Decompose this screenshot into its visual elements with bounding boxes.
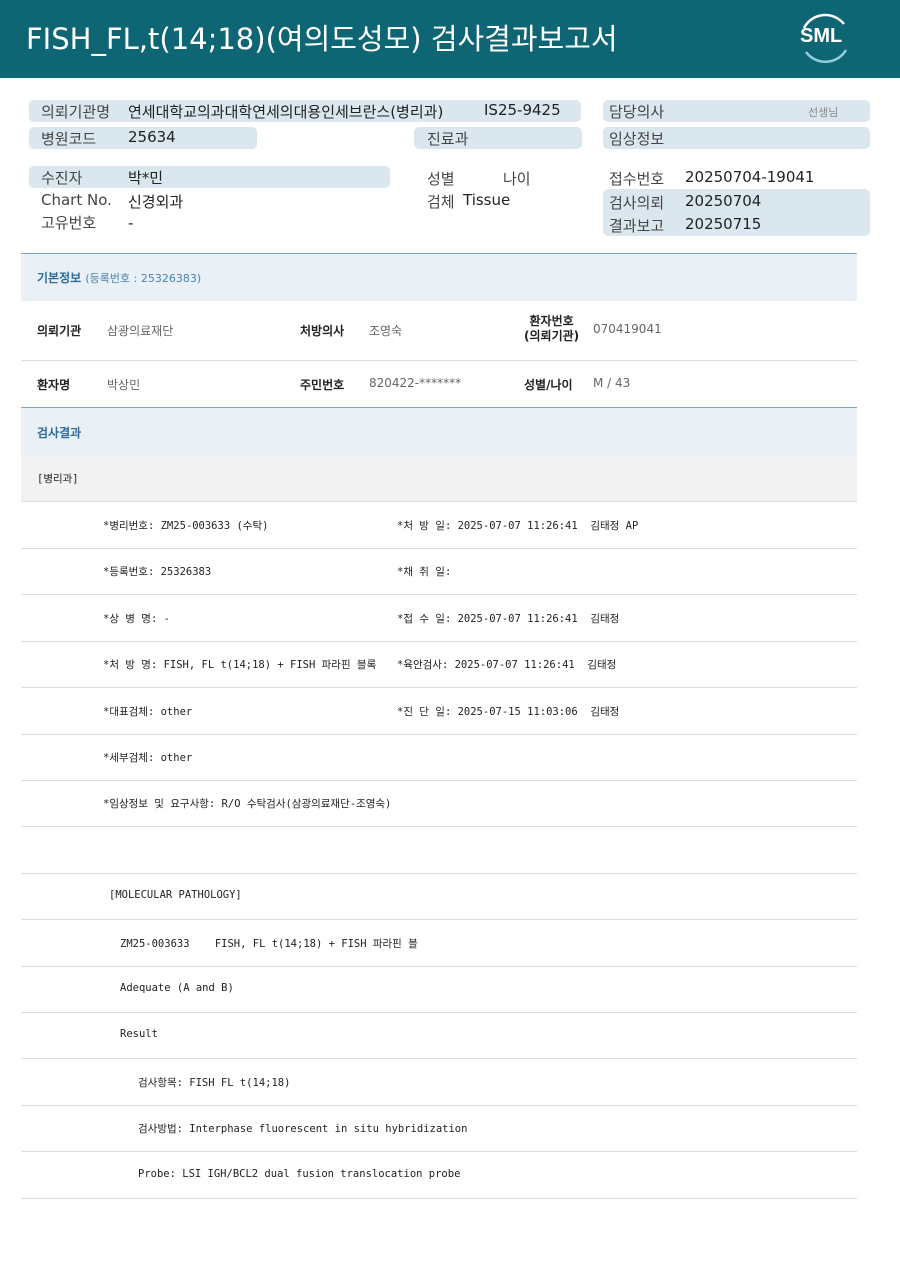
institution-key: 의뢰기관 [37, 324, 82, 338]
molecular-row: [MOLECULAR PATHOLOGY] [21, 873, 857, 921]
result-left-text: *세부검체: other [103, 752, 193, 764]
result-right-text: *채 취 일: [397, 566, 452, 579]
result-row: *등록번호: 25326383 *채 취 일: [21, 548, 857, 596]
molecular-row: Adequate (A and B) [21, 966, 857, 1013]
requesting-institution-value: 연세대학교의과대학연세의대용인세브란스(병리과) [128, 103, 444, 121]
rrn-key: 주민번호 [300, 378, 345, 392]
logo-text: SML [800, 25, 843, 47]
sml-logo: SML [796, 12, 852, 66]
molecular-text: Probe: LSI IGH/BCL2 dual fusion transloc… [138, 1167, 461, 1180]
result-right-text: *접 수 일: 2025-07-07 11:26:41 김태정 [397, 612, 620, 625]
result-left-text: *대표검체: other [103, 705, 193, 718]
molecular-row: Probe: LSI IGH/BCL2 dual fusion transloc… [21, 1152, 857, 1199]
prescribing-doctor-key: 처방의사 [300, 324, 345, 338]
molecular-text: [MOLECULAR PATHOLOGY] [109, 889, 242, 902]
doctor-label: 담당의사 [609, 103, 665, 121]
patient-pill [29, 166, 390, 188]
patient-number-value: 070419041 [593, 322, 662, 336]
prescribing-doctor-value: 조영숙 [369, 324, 403, 338]
result-left-text: *등록번호: 25326383 [103, 566, 212, 579]
patient-label: 수진자 [41, 169, 83, 187]
result-row: *병리번호: ZM25-003633 (수탁) *처 방 일: 2025-07-0… [21, 502, 857, 549]
unique-number-label: 고유번호 [41, 214, 97, 232]
patient-number-key: 환자번호 (의뢰기관) [524, 314, 580, 343]
department-label: [병리과] [37, 473, 79, 485]
chart-number-label: Chart No. [41, 191, 112, 209]
result-report-label: 결과보고 [609, 217, 665, 235]
result-left-text: *임상정보 및 요구사항: R/O 수탁검사(삼광의료재단-조영숙) [103, 798, 392, 811]
clinical-info-label: 임상정보 [609, 130, 665, 148]
basic-info-title: 기본정보 [37, 271, 82, 285]
specimen-value: Tissue [463, 191, 511, 209]
result-left-text: *처 방 명: FISH, FL t(14;18) + FISH 파라핀 블록 [103, 659, 377, 672]
molecular-text: 검사방법: Interphase fluorescent in situ hyb… [138, 1123, 468, 1136]
result-row: *대표검체: other *진 단 일: 2025-07-15 11:03:06 … [21, 688, 857, 735]
basic-info-row: 의뢰기관 삼광의료재단 처방의사 조영숙 환자번호 (의뢰기관) 0704190… [21, 301, 857, 361]
result-report-value: 20250715 [685, 215, 762, 233]
title-bar: FISH_FL,t(14;18)(여의도성모) 검사결과보고서 SML [0, 0, 900, 78]
sex-age-key: 성별/나이 [524, 378, 573, 392]
department-label: 진료과 [427, 130, 469, 148]
test-request-label: 검사의뢰 [609, 194, 665, 212]
results-heading: 검사결과 [21, 407, 857, 456]
result-right-text: *처 방 일: 2025-07-07 11:26:41 김태정 AP [397, 520, 639, 532]
molecular-row: 검사항목: FISH FL t(14;18) [21, 1059, 857, 1106]
department-row: [병리과] [21, 456, 857, 502]
age-label: 나이 [503, 170, 531, 188]
institution-value: 삼광의료재단 [107, 324, 174, 338]
registration-number: (등록번호 : 25326383) [85, 272, 202, 285]
molecular-row: ZM25-003633 FISH, FL t(14;18) + FISH 파라핀… [21, 920, 857, 967]
result-row: *상 병 명: - *접 수 일: 2025-07-07 11:26:41 김태정 [21, 595, 857, 642]
chart-number-value: 신경외과 [128, 193, 184, 211]
request-number: IS25-9425 [484, 101, 561, 119]
basic-info-row: 환자명 박상민 주민번호 820422-******* 성별/나이 M / 43 [21, 361, 857, 408]
hospital-code-value: 25634 [128, 128, 176, 146]
result-row [21, 827, 857, 874]
results-title: 검사결과 [37, 426, 82, 440]
patient-name-value: 박상민 [107, 378, 141, 392]
doctor-suffix: 선생님 [808, 106, 839, 119]
result-left-text: *상 병 명: - [103, 612, 170, 625]
requesting-institution-label: 의뢰기관명 [41, 103, 111, 121]
molecular-text: Adequate (A and B) [120, 982, 234, 994]
molecular-row: Result [21, 1012, 857, 1060]
basic-info-heading: 기본정보 (등록번호 : 25326383) [21, 253, 857, 301]
molecular-row: 검사방법: Interphase fluorescent in situ hyb… [21, 1105, 857, 1153]
patient-name-key: 환자명 [37, 378, 71, 392]
rrn-value: 820422-******* [369, 376, 462, 390]
sex-label: 성별 [427, 170, 455, 188]
patient-value: 박*민 [128, 169, 164, 187]
result-left-text: *병리번호: ZM25-003633 (수탁) [103, 520, 269, 532]
test-request-value: 20250704 [685, 192, 762, 210]
result-row: *처 방 명: FISH, FL t(14;18) + FISH 파라핀 블록 *… [21, 641, 857, 689]
molecular-text: 검사항목: FISH FL t(14;18) [138, 1076, 291, 1089]
specimen-label: 검체 [427, 193, 455, 211]
sex-age-value: M / 43 [593, 376, 631, 390]
hospital-code-label: 병원코드 [41, 130, 97, 148]
result-row: *세부검체: other [21, 734, 857, 781]
molecular-text: ZM25-003633 FISH, FL t(14;18) + FISH 파라핀… [120, 937, 418, 950]
result-row: *임상정보 및 요구사항: R/O 수탁검사(삼광의료재단-조영숙) [21, 780, 857, 828]
receipt-number-value: 20250704-19041 [685, 168, 815, 186]
result-right-text: *육안검사: 2025-07-07 11:26:41 김태정 [397, 659, 617, 672]
unique-number-value: - [128, 214, 134, 232]
molecular-text: Result [120, 1028, 158, 1041]
receipt-number-label: 접수번호 [609, 170, 665, 188]
report-title: FISH_FL,t(14;18)(여의도성모) 검사결과보고서 [26, 22, 618, 56]
result-right-text: *진 단 일: 2025-07-15 11:03:06 김태정 [397, 705, 620, 718]
